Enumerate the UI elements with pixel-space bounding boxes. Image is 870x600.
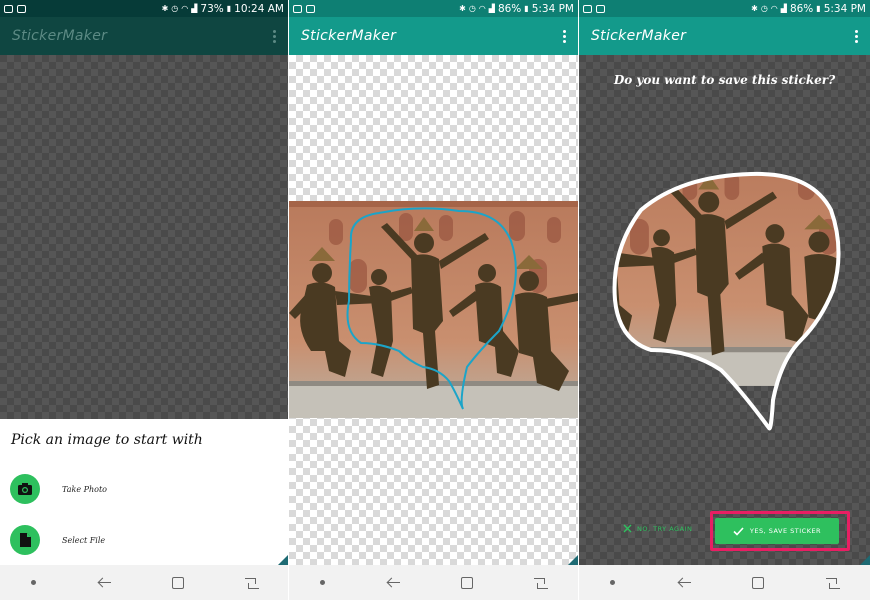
battery-level: 86%: [497, 2, 522, 15]
corner-indicator: [860, 555, 870, 565]
screen-crop-image: ✱ ◷ ◠ ▟ 86% ▮ 5:34 PM StickerMaker: [289, 0, 578, 600]
overflow-menu-icon[interactable]: [855, 29, 858, 43]
recents-icon[interactable]: [244, 577, 259, 589]
alarm-icon: ◷: [171, 3, 179, 13]
status-bar: ✱ ◷ ◠ ▟ 86% ▮ 5:34 PM: [289, 0, 578, 17]
take-photo-option[interactable]: Take Photo: [10, 474, 107, 504]
notification-icons: [583, 4, 605, 13]
app-title: StickerMaker: [12, 28, 108, 44]
message-icon: [306, 4, 315, 13]
check-icon: [733, 526, 744, 536]
clock: 5:34 PM: [823, 2, 866, 15]
recents-icon[interactable]: [826, 577, 841, 589]
overflow-menu-icon[interactable]: [273, 29, 276, 43]
bluetooth-icon: ✱: [751, 3, 758, 13]
save-sticker-label: YES, SAVE STICKER: [749, 527, 822, 535]
select-file-option[interactable]: Select File: [10, 525, 105, 555]
nav-bar: [579, 565, 870, 600]
messenger-icon: [4, 4, 13, 13]
status-bar: ✱ ◷ ◠ ▟ 86% ▮ 5:34 PM: [579, 0, 870, 17]
battery-icon: ▮: [524, 3, 529, 13]
wifi-icon: ◠: [478, 3, 486, 13]
signal-icon: ▟: [191, 3, 198, 13]
back-icon[interactable]: [386, 576, 400, 590]
battery-level: 86%: [789, 2, 814, 15]
wifi-icon: ◠: [181, 3, 189, 13]
take-photo-label: Take Photo: [62, 484, 107, 494]
home-icon[interactable]: [171, 576, 184, 589]
pick-image-sheet: Pick an image to start with Take Photo S…: [0, 419, 288, 565]
source-photo[interactable]: [289, 201, 578, 418]
home-icon[interactable]: [752, 576, 765, 589]
back-icon[interactable]: [97, 576, 111, 590]
bluetooth-icon: ✱: [161, 3, 169, 13]
nav-dot-icon[interactable]: [609, 580, 615, 585]
nav-bar: [0, 565, 288, 600]
clock: 10:24 AM: [234, 2, 284, 15]
home-icon[interactable]: [461, 576, 474, 589]
app-title: StickerMaker: [301, 28, 397, 44]
save-question: Do you want to save this sticker?: [613, 73, 836, 87]
nav-dot-icon[interactable]: [319, 580, 325, 585]
app-bar: StickerMaker: [579, 17, 870, 55]
signal-icon: ▟: [780, 3, 787, 13]
select-file-label: Select File: [62, 535, 106, 545]
recents-icon[interactable]: [534, 577, 549, 589]
alarm-icon: ◷: [760, 3, 768, 13]
signal-icon: ▟: [488, 3, 495, 13]
nav-bar: [289, 565, 578, 600]
sticker-preview: [612, 171, 841, 431]
battery-level: 73%: [200, 2, 224, 15]
overflow-menu-icon[interactable]: [563, 29, 566, 43]
sheet-title: Pick an image to start with: [11, 432, 203, 448]
screen-save-sticker: ✱ ◷ ◠ ▟ 86% ▮ 5:34 PM StickerMaker Do yo…: [579, 0, 870, 600]
status-bar: ✱ ◷ ◠ ▟ 73% ▮ 10:24 AM: [0, 0, 288, 17]
notification-icons: [4, 4, 26, 13]
message-icon: [596, 4, 605, 13]
corner-indicator: [568, 555, 578, 565]
file-icon: [10, 525, 40, 555]
save-sticker-button[interactable]: YES, SAVE STICKER: [715, 518, 839, 544]
alarm-icon: ◷: [468, 3, 476, 13]
try-again-button[interactable]: NO, TRY AGAIN: [623, 524, 692, 533]
corner-indicator: [278, 555, 288, 565]
notification-icons: [293, 4, 315, 13]
battery-icon: ▮: [816, 3, 821, 13]
close-icon: [623, 524, 632, 533]
back-icon[interactable]: [677, 576, 691, 590]
clock: 5:34 PM: [531, 2, 574, 15]
camera-icon: [10, 474, 40, 504]
app-title: StickerMaker: [591, 28, 687, 44]
battery-icon: ▮: [226, 3, 232, 13]
nav-dot-icon[interactable]: [30, 580, 36, 585]
app-bar: StickerMaker: [289, 17, 578, 55]
wifi-icon: ◠: [770, 3, 778, 13]
try-again-label: NO, TRY AGAIN: [637, 524, 693, 533]
screen-pick-image: ✱ ◷ ◠ ▟ 73% ▮ 10:24 AM StickerMaker Pick…: [0, 0, 288, 600]
app-bar: StickerMaker: [0, 17, 288, 55]
image-icon: [583, 4, 592, 13]
bluetooth-icon: ✱: [459, 3, 466, 13]
image-icon: [293, 4, 302, 13]
image-icon: [17, 4, 26, 13]
